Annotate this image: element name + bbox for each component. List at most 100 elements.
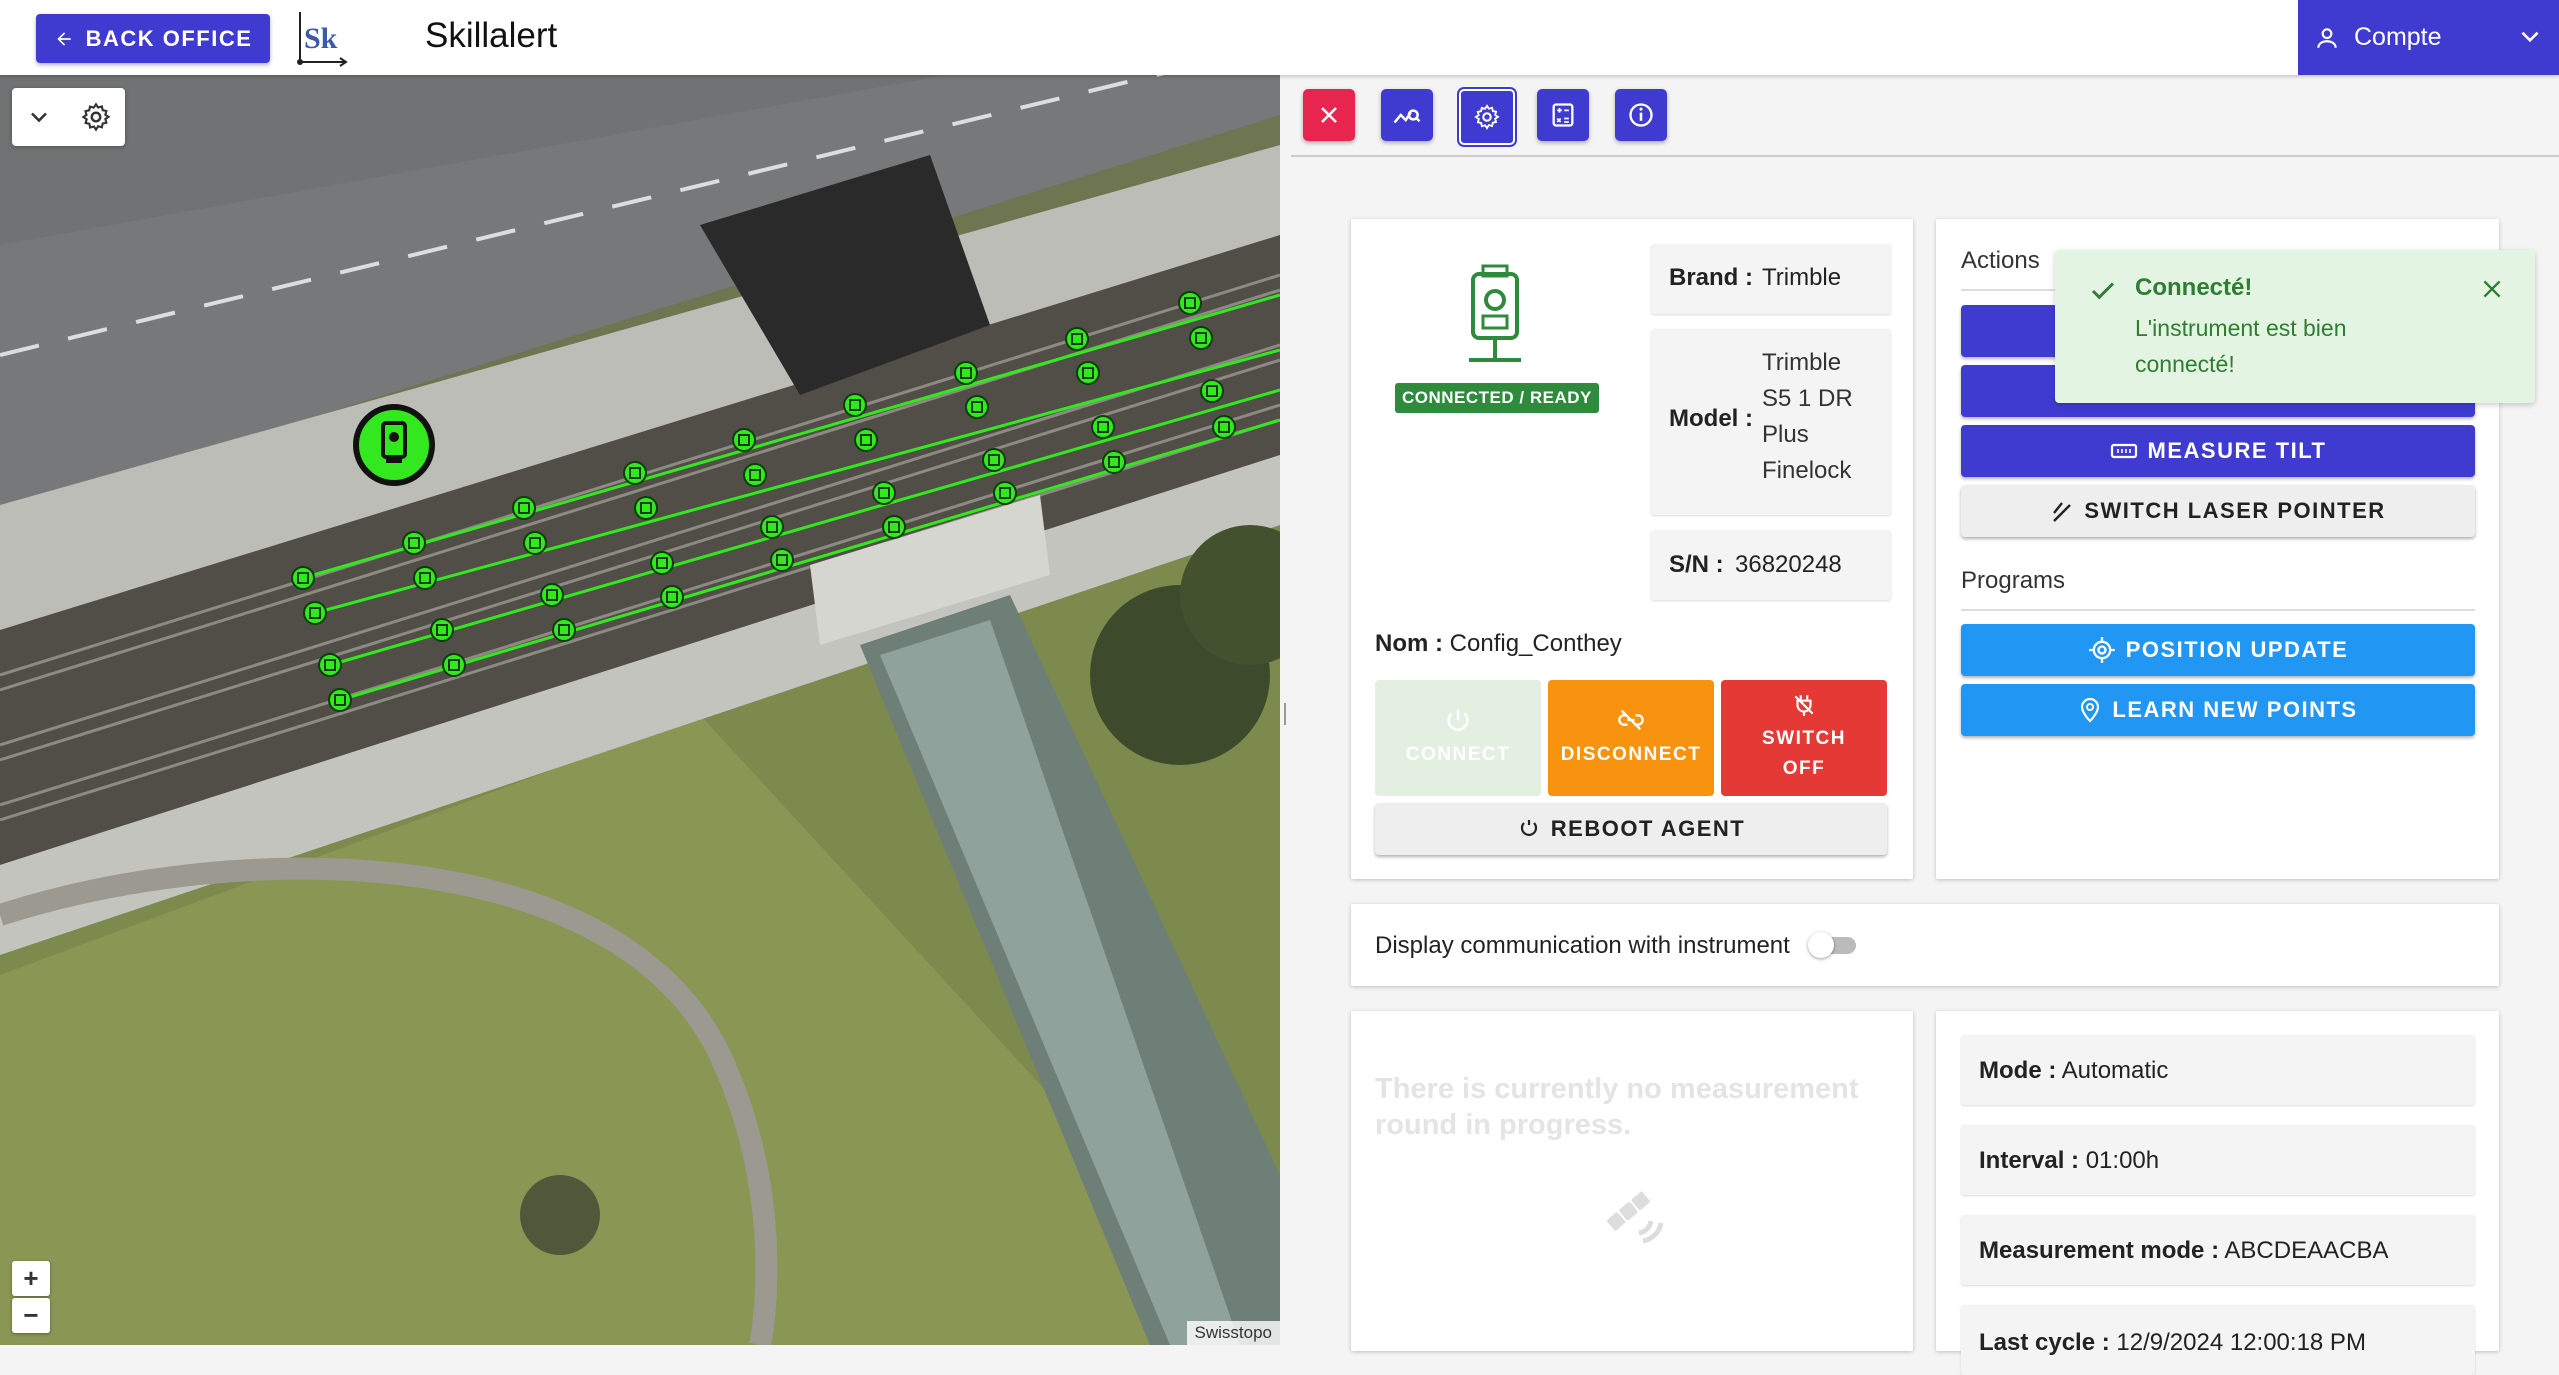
total-station-icon [1469,264,1521,362]
measurement-point-icon[interactable] [413,566,437,590]
measure-tilt-button[interactable]: MEASURE TILT [1961,425,2475,477]
measurement-point-icon[interactable] [623,461,647,485]
close-panel-button[interactable] [1303,89,1355,141]
mode-value: Automatic [2061,1057,2169,1084]
name-value: Config_Conthey [1449,630,1622,657]
gear-icon[interactable] [80,101,112,133]
learn-points-label: LEARN NEW POINTS [2112,697,2358,722]
measurement-point-icon[interactable] [1091,415,1115,439]
close-icon[interactable] [2479,276,2505,302]
laser-icon [2053,502,2072,522]
brand-box: Brand : Trimble [1651,244,1891,314]
crosshair-icon [2088,637,2115,663]
instrument-name: Nom : Config_Conthey [1375,630,1622,658]
measurement-point-icon[interactable] [442,653,466,677]
account-label: Compte [2354,23,2442,51]
zoom-out-button[interactable]: − [12,1298,50,1333]
measurement-point-icon[interactable] [634,496,658,520]
switch-off-button[interactable]: SWITCH OFF [1721,680,1887,796]
measurement-point-icon[interactable] [512,496,536,520]
model-label: Model : [1669,405,1753,432]
last-cycle-box: Last cycle : 12/9/2024 12:00:18 PM [1961,1305,2475,1375]
measurement-mode-label: Measurement mode : [1979,1237,2220,1264]
measurement-point-icon[interactable] [1189,326,1213,350]
switch-laser-pointer-button[interactable]: SWITCH LASER POINTER [1961,485,2475,537]
connect-label: CONNECT [1405,744,1511,765]
measurement-point-icon[interactable] [993,481,1017,505]
app-logo: Sk [297,12,348,67]
programs-title: Programs [1961,567,2066,594]
interval-box: Interval : 01:00h [1961,1125,2475,1195]
info-button[interactable] [1615,89,1667,141]
laser-pointer-label: SWITCH LASER POINTER [2084,498,2386,523]
measurement-point-icon[interactable] [843,393,867,417]
last-cycle-label: Last cycle : [1979,1329,2110,1356]
chevron-down-icon[interactable] [25,103,53,131]
settings-button[interactable] [1459,89,1515,145]
app-title: Skillalert [425,16,558,55]
measurement-point-icon[interactable] [732,428,756,452]
measurement-point-icon[interactable] [770,548,794,572]
name-label: Nom : [1375,630,1443,657]
panel-splitter[interactable] [1280,75,1291,1345]
measurement-point-icon[interactable] [1178,291,1202,315]
measurement-point-icon[interactable] [328,688,352,712]
app-header: BACK OFFICE Sk Skillalert Compte [0,0,2559,75]
chevron-down-icon [2521,31,2539,43]
measurement-point-icon[interactable] [1076,361,1100,385]
reboot-agent-button[interactable]: REBOOT AGENT [1375,803,1887,855]
measurement-point-icon[interactable] [1200,379,1224,403]
measurement-point-icon[interactable] [650,551,674,575]
position-update-button[interactable]: POSITION UPDATE [1961,624,2475,676]
close-icon [1321,107,1337,123]
measurement-point-icon[interactable] [1102,450,1126,474]
measurement-point-icon[interactable] [540,583,564,607]
reboot-label: REBOOT AGENT [1550,816,1746,841]
measurement-point-icon[interactable] [430,618,454,642]
arrow-left-icon [56,31,71,46]
gear-icon [1474,104,1500,130]
instrument-marker[interactable] [353,404,435,486]
mode-label: Mode : [1979,1057,2057,1084]
measurement-point-icon[interactable] [760,515,784,539]
instrument-card: CONNECTED / READY Brand : Trimble Model … [1351,219,1913,879]
measurement-point-icon[interactable] [1212,415,1236,439]
model-box: Model : Trimble S5 1 DR Plus Finelock [1651,329,1891,515]
back-office-button[interactable]: BACK OFFICE [36,14,270,63]
measurement-point-icon[interactable] [402,531,426,555]
calculator-button[interactable] [1537,89,1589,141]
communication-toggle[interactable] [1808,932,1858,958]
measurement-point-icon[interactable] [318,653,342,677]
measurement-point-icon[interactable] [660,585,684,609]
disconnect-button[interactable]: DISCONNECT [1548,680,1714,796]
measurement-point-icon[interactable] [872,481,896,505]
map-view[interactable]: + − Swisstopo [0,75,1280,1345]
measure-tilt-label: MEASURE TILT [2147,438,2327,463]
measurement-point-icon[interactable] [882,515,906,539]
measurement-point-icon[interactable] [552,618,576,642]
measurement-point-icon[interactable] [954,361,978,385]
satellite-signal-icon [1607,1191,1664,1244]
measurement-point-icon[interactable] [854,428,878,452]
position-update-label: POSITION UPDATE [2125,637,2349,662]
serial-box: S/N : 36820248 [1651,530,1891,600]
status-badge: CONNECTED / READY [1395,383,1599,413]
measurement-point-icon[interactable] [1065,327,1089,351]
map-controls [12,88,125,146]
power-icon [1447,709,1469,731]
measurement-point-icon[interactable] [523,531,547,555]
chart-search-button[interactable] [1381,89,1433,141]
measurement-point-icon[interactable] [303,601,327,625]
restart-icon [1520,820,1537,836]
zoom-in-button[interactable]: + [12,1261,50,1296]
measurement-point-icon[interactable] [743,463,767,487]
measurement-point-icon[interactable] [965,395,989,419]
measurement-point-icon[interactable] [291,566,315,590]
account-menu[interactable]: Compte [2298,0,2559,75]
connect-button[interactable]: CONNECT [1375,680,1541,796]
programs-divider [1961,609,2475,611]
measurement-point-icon[interactable] [982,448,1006,472]
learn-new-points-button[interactable]: LEARN NEW POINTS [1961,684,2475,736]
satellite-map [0,75,1280,1345]
panel-toolbar [1291,75,2559,157]
